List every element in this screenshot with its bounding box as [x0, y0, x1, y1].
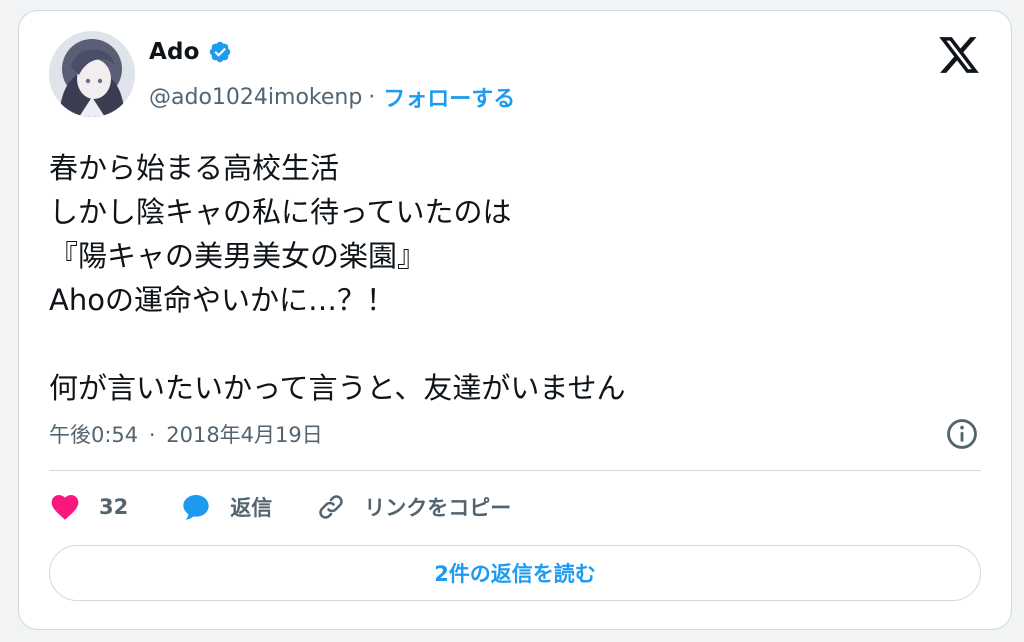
tweet-text: 春から始まる高校生活 しかし陰キャの私に待っていたのは 『陽キャの美男美女の楽園…	[49, 151, 626, 405]
x-logo-icon[interactable]	[937, 33, 981, 77]
timestamp-separator: ·	[148, 423, 156, 447]
tweet-timestamp[interactable]: 午後0:54 · 2018年4月19日	[49, 419, 323, 449]
like-count: 32	[99, 495, 129, 519]
reply-label: 返信	[230, 496, 273, 520]
read-replies-label: 2件の返信を読む	[434, 562, 596, 586]
reply-bubble-icon	[183, 495, 209, 520]
divider	[49, 470, 981, 471]
action-bar: 32 返信 リンクをコピー	[49, 491, 511, 523]
info-icon[interactable]	[945, 417, 979, 451]
avatar[interactable]	[49, 31, 135, 117]
link-icon	[319, 495, 343, 519]
reply-button[interactable]: 返信	[180, 491, 272, 523]
handle-separator: ·	[368, 84, 376, 110]
author-handle-row: @ado1024imokenp · フォローする	[149, 81, 515, 113]
copy-link-label: リンクをコピー	[364, 496, 512, 520]
verified-badge-icon	[209, 41, 230, 63]
heart-icon	[51, 495, 79, 520]
tweet-card: Ado @ado1024imokenp · フォローする 春から始まる高校生活 …	[18, 10, 1012, 630]
follow-button[interactable]: フォローする	[383, 81, 515, 113]
read-replies-button[interactable]: 2件の返信を読む	[49, 545, 981, 601]
like-button[interactable]: 32	[49, 491, 128, 523]
author-name[interactable]: Ado	[149, 39, 200, 65]
tweet-date: 2018年4月19日	[166, 423, 323, 447]
copy-link-button[interactable]: リンクをコピー	[316, 492, 511, 522]
author-handle[interactable]: @ado1024imokenp	[149, 85, 362, 110]
author-name-row: Ado	[149, 39, 232, 65]
tweet-time: 午後0:54	[49, 423, 139, 447]
